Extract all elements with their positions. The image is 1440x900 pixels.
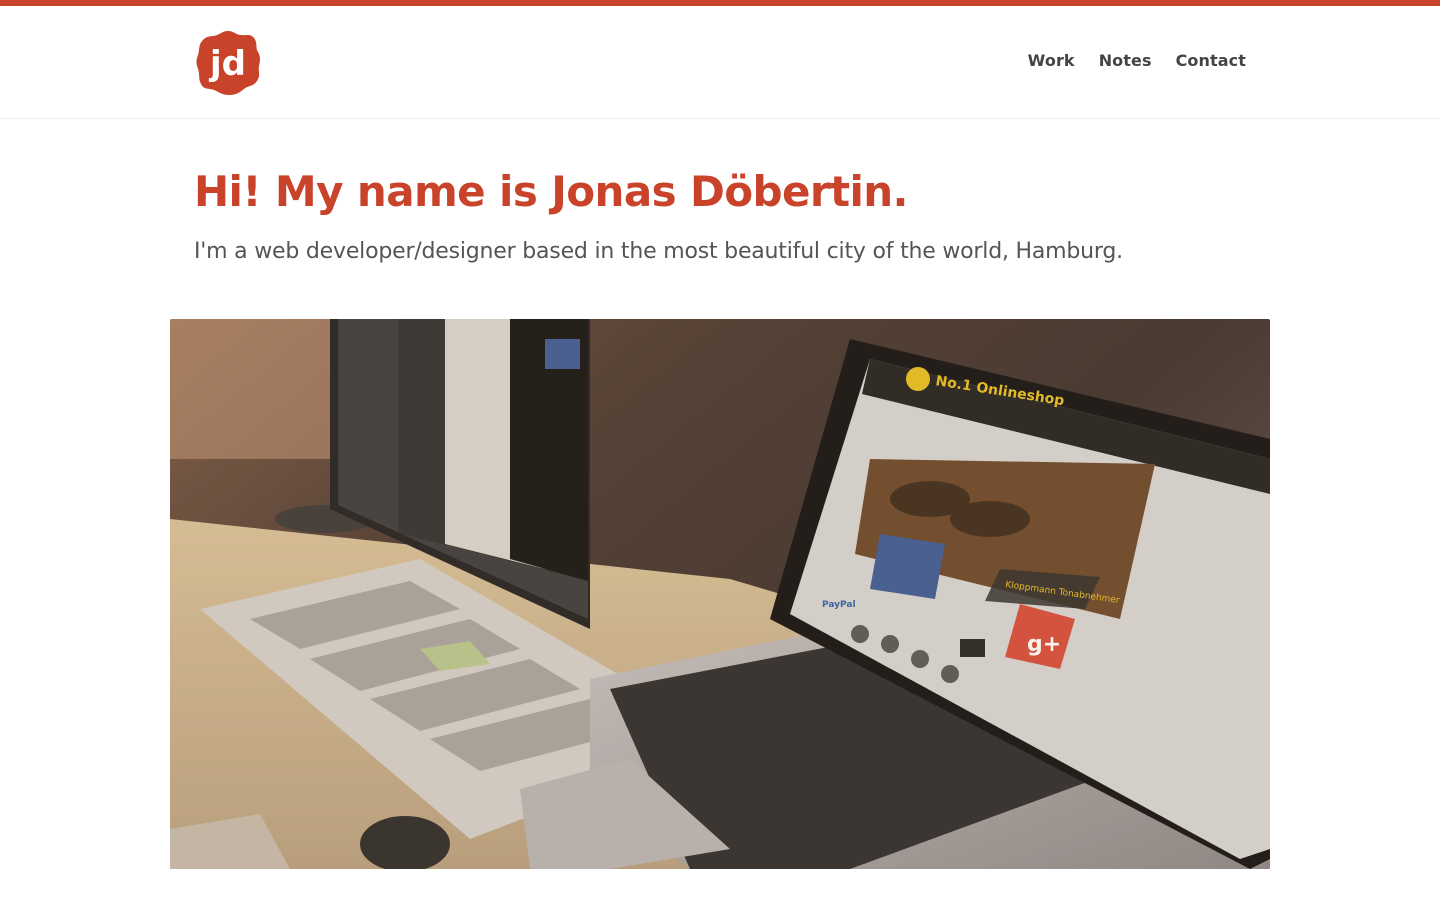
hero-subtitle: I'm a web developer/designer based in th… [194,239,1123,264]
nav-item-work[interactable]: Work [1028,51,1075,70]
nav-item-contact[interactable]: Contact [1176,51,1246,70]
workspace-photo-illustration: No.1 Onlineshop Kloppmann Tonabnehmer g+… [170,319,1270,869]
nav-item-notes[interactable]: Notes [1099,51,1152,70]
main-nav: Work Notes Contact [1028,51,1246,70]
site-header: jd Work Notes Contact [0,6,1440,119]
hero-image: No.1 Onlineshop Kloppmann Tonabnehmer g+… [170,319,1270,869]
hero-title: Hi! My name is Jonas Döbertin. [194,167,909,216]
logo-link[interactable]: jd [194,29,262,97]
logo-text: jd [208,44,246,84]
jd-logo-icon: jd [196,31,260,95]
